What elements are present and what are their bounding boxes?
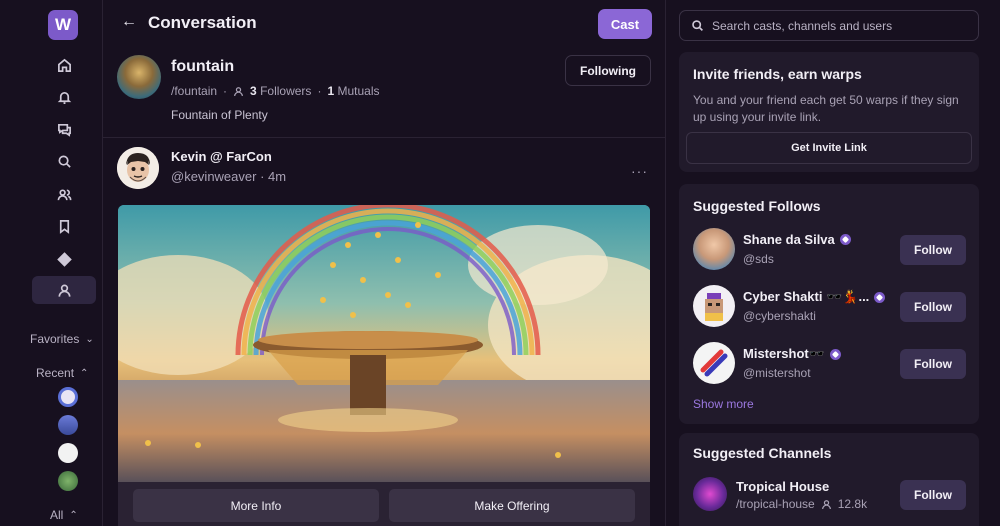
power-badge-icon — [839, 234, 851, 245]
follow-button[interactable]: Follow — [900, 480, 966, 510]
left-rail: W Favorites ⌄ Recent ⌃ All ⌃ — [0, 0, 103, 526]
chevron-up-icon: ⌃ — [69, 509, 78, 521]
page-title: Conversation — [148, 13, 257, 32]
mutuals-count: 1 — [327, 84, 335, 98]
diamond-icon[interactable] — [32, 245, 96, 273]
suggested-channels-card: Suggested Channels Tropical House /tropi… — [679, 433, 979, 526]
power-badge-icon — [874, 291, 886, 303]
recent-channel-avatar[interactable] — [58, 471, 78, 491]
user-avatar[interactable] — [693, 228, 735, 270]
user-name-text: Mistershot🕶️ — [743, 346, 825, 361]
home-icon[interactable] — [32, 51, 96, 79]
recent-label: Recent — [36, 366, 75, 380]
mutuals-label: Mutuals — [337, 84, 380, 98]
favorites-label: Favorites — [30, 332, 80, 346]
user-name[interactable]: Cyber Shakti 🕶️💃... — [743, 289, 886, 305]
bell-icon[interactable] — [32, 83, 96, 111]
search-icon — [692, 20, 703, 31]
recent-toggle[interactable]: Recent ⌃ — [36, 366, 88, 380]
main-column: ← Conversation Cast fountain /fountain ·… — [103, 0, 666, 526]
channel-meta: /tropical-house 12.8k — [736, 497, 867, 511]
warpcast-logo[interactable]: W — [48, 10, 78, 40]
followers-label: Followers — [260, 84, 312, 98]
user-avatar[interactable] — [693, 285, 735, 327]
suggested-follows-card: Suggested Follows Shane da Silva @sds Fo… — [679, 184, 979, 424]
invite-text: You and your friend each get 50 warps if… — [693, 93, 959, 124]
followers-link[interactable]: 3 Followers — [250, 84, 311, 98]
user-name-text: Shane da Silva — [743, 232, 835, 247]
chevron-down-icon: ⌄ — [85, 333, 94, 345]
recent-channel-avatar[interactable] — [58, 387, 78, 407]
search-input[interactable] — [712, 18, 972, 33]
favorites-toggle[interactable]: Favorites ⌄ — [30, 332, 94, 346]
follow-button[interactable]: Follow — [900, 349, 966, 379]
logo-avatar-art — [700, 349, 728, 377]
invite-title: Invite friends, earn warps — [693, 66, 862, 82]
bookmark-icon[interactable] — [32, 212, 96, 240]
suggested-user-row: Mistershot🕶️ @mistershot Follow — [693, 342, 969, 384]
conversation-header: ← Conversation Cast — [103, 0, 666, 46]
user-handle: @mistershot — [743, 366, 811, 380]
user-name[interactable]: Mistershot🕶️ — [743, 346, 841, 362]
cast-handle-time: @kevinweaver · 4m — [171, 169, 287, 184]
suggested-user-row: Cyber Shakti 🕶️💃... @cybershakti Follow — [693, 285, 969, 327]
person-icon — [821, 499, 831, 509]
all-toggle[interactable]: All ⌃ — [50, 508, 78, 522]
recent-channel-avatar[interactable] — [58, 443, 78, 463]
frame-actions: More Info Make Offering — [118, 482, 650, 526]
channel-header: fountain /fountain · 3 Followers · 1 Mut… — [103, 46, 666, 138]
user-handle: @cybershakti — [743, 309, 816, 323]
get-invite-link-button[interactable]: Get Invite Link — [686, 132, 972, 164]
channel-name[interactable]: Tropical House — [736, 479, 829, 494]
profile-icon[interactable] — [32, 276, 96, 304]
chat-icon[interactable] — [32, 115, 96, 143]
channel-name[interactable]: fountain — [171, 58, 234, 76]
user-name-text: Cyber Shakti 🕶️💃... — [743, 289, 870, 304]
channel-handle: /tropical-house — [736, 497, 815, 511]
channel-avatar[interactable] — [693, 477, 727, 511]
person-icon — [234, 86, 243, 96]
user-handle: @sds — [743, 252, 774, 266]
following-button[interactable]: Following — [565, 55, 651, 86]
cast-button[interactable]: Cast — [598, 9, 652, 39]
chevron-up-icon: ⌃ — [80, 367, 89, 379]
more-options-icon[interactable]: ··· — [631, 163, 648, 179]
cast-author-name[interactable]: Kevin @ FarCon — [171, 149, 272, 164]
cast-frame-image[interactable] — [118, 205, 650, 487]
user-avatar[interactable] — [693, 342, 735, 384]
users-icon[interactable] — [32, 180, 96, 208]
suggested-channels-title: Suggested Channels — [693, 445, 832, 461]
separator-dot: · — [223, 84, 228, 98]
power-badge-icon — [829, 348, 841, 360]
channel-meta: /fountain · 3 Followers · 1 Mutuals — [171, 84, 380, 98]
follow-button[interactable]: Follow — [900, 292, 966, 322]
followers-count: 3 — [250, 84, 257, 98]
separator-dot: · — [317, 84, 322, 98]
author-avatar[interactable] — [117, 147, 159, 189]
frame-button-make-offering[interactable]: Make Offering — [389, 489, 635, 522]
recent-channel-avatar[interactable] — [58, 415, 78, 435]
mutuals-link[interactable]: 1 Mutuals — [327, 84, 379, 98]
right-column: Invite friends, earn warps You and your … — [666, 0, 1000, 526]
pixel-avatar-art — [705, 293, 723, 321]
cast-item: Kevin @ FarCon @kevinweaver · 4m ··· Mor… — [103, 138, 666, 526]
arrow-left-icon[interactable]: ← — [121, 13, 137, 31]
search-bar[interactable] — [679, 10, 979, 41]
channel-avatar[interactable] — [117, 55, 161, 99]
invite-card: Invite friends, earn warps You and your … — [679, 52, 979, 172]
user-name[interactable]: Shane da Silva — [743, 232, 851, 247]
search-icon[interactable] — [32, 147, 96, 175]
all-label: All — [50, 508, 64, 522]
show-more-link[interactable]: Show more — [693, 397, 754, 411]
suggested-follows-title: Suggested Follows — [693, 198, 821, 214]
suggested-user-row: Shane da Silva @sds Follow — [693, 228, 969, 270]
follow-button[interactable]: Follow — [900, 235, 966, 265]
frame-button-more-info[interactable]: More Info — [133, 489, 379, 522]
channel-handle: /fountain — [171, 84, 218, 98]
suggested-channel-row: Tropical House /tropical-house 12.8k Fol… — [693, 477, 969, 519]
channel-description: Fountain of Plenty — [171, 108, 268, 122]
channel-members: 12.8k — [837, 497, 868, 511]
